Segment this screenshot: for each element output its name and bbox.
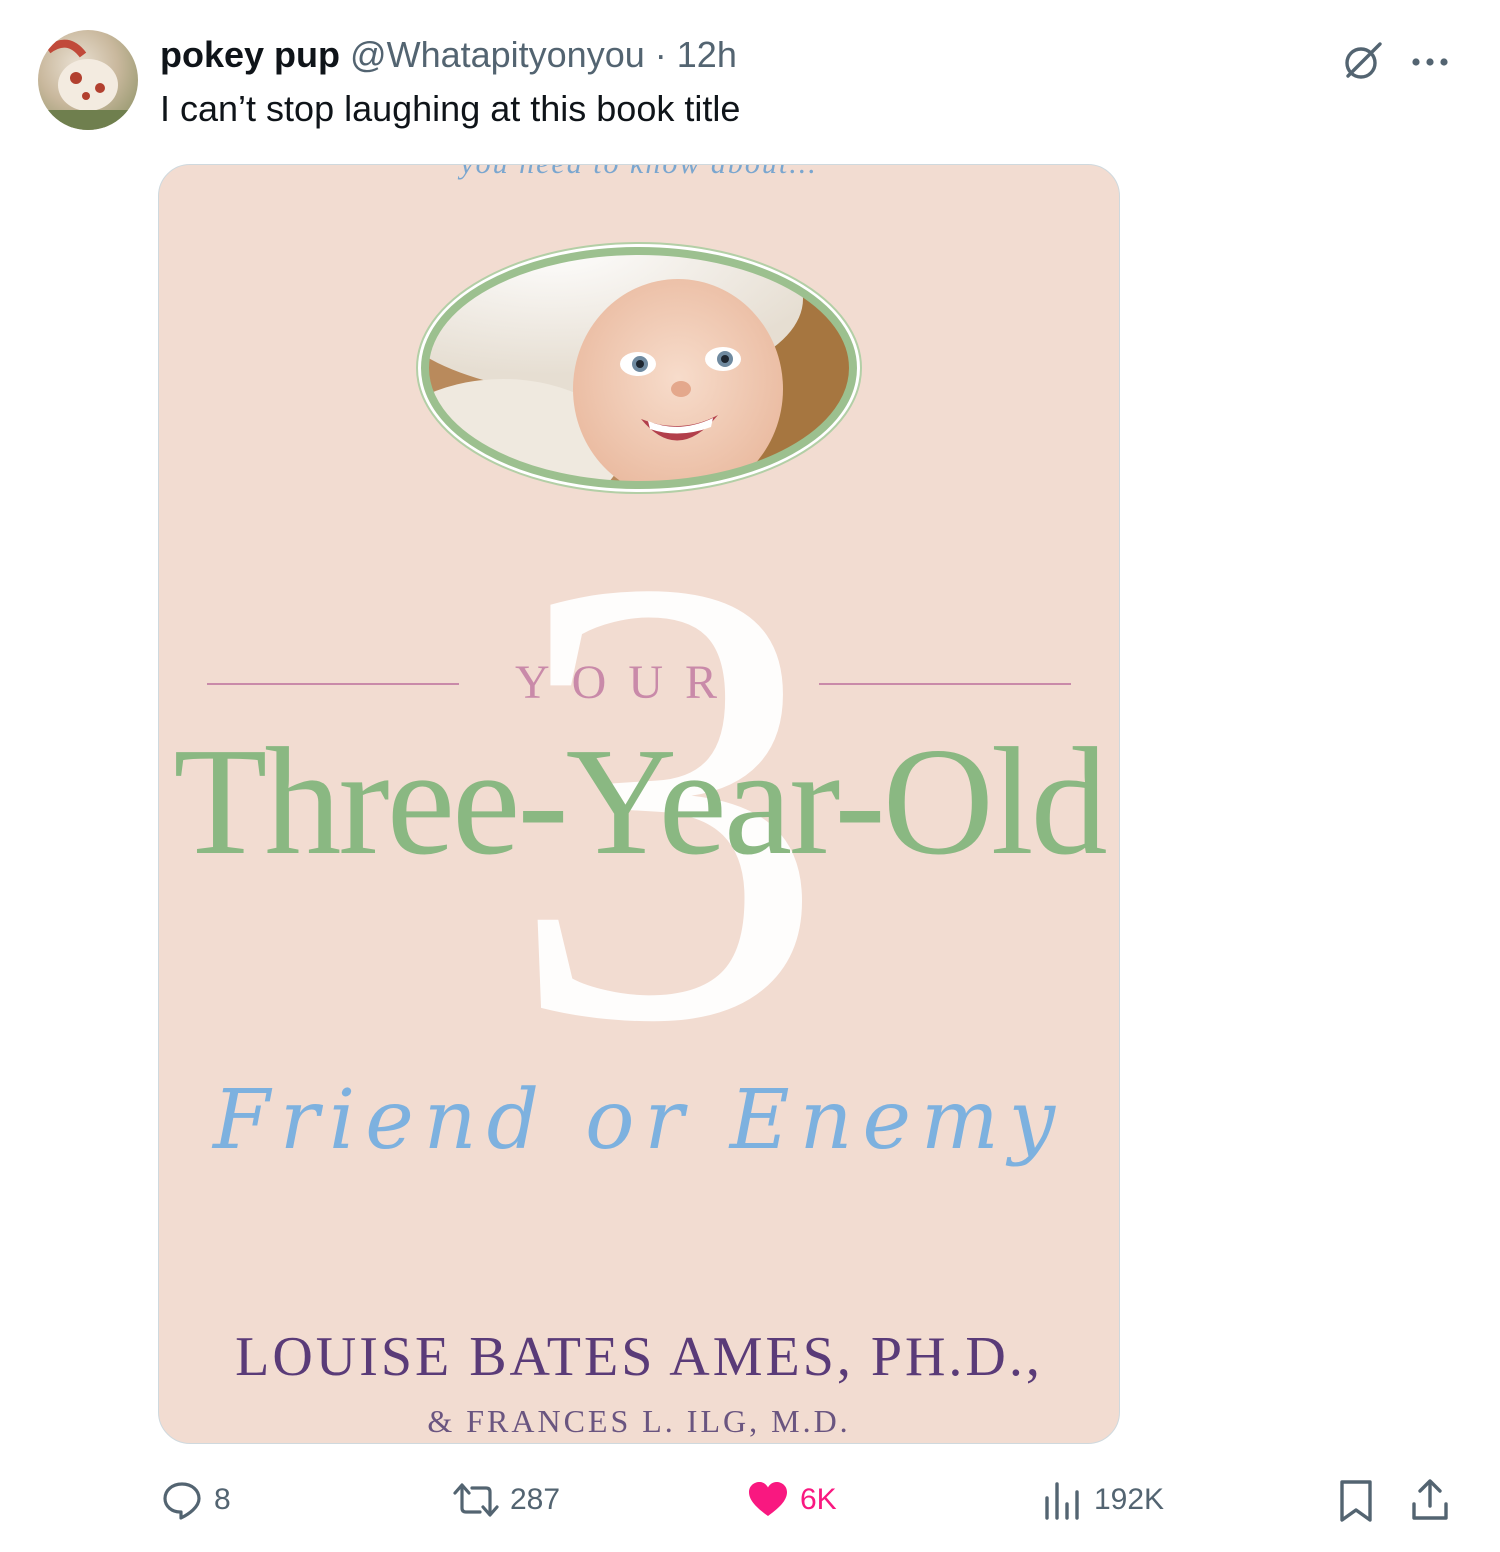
tweet-time[interactable]: 12h	[677, 34, 737, 75]
tweet-media-image[interactable]: you need to know about...	[158, 164, 1120, 1444]
analytics-icon	[1045, 1482, 1079, 1520]
views-count: 192K	[1094, 1483, 1165, 1516]
like-button[interactable]: 6K	[746, 1478, 837, 1522]
reply-button[interactable]: 8	[160, 1478, 231, 1522]
like-count: 6K	[800, 1483, 837, 1516]
repost-count: 287	[510, 1483, 561, 1516]
share-icon[interactable]	[1408, 1476, 1452, 1524]
book-subtitle: Friend or Enemy	[212, 1073, 1066, 1168]
author-name[interactable]: pokey pup	[160, 34, 340, 75]
separator-dot: ·	[654, 34, 667, 75]
author-handle[interactable]: @Whatapityonyou	[350, 34, 645, 75]
cover-top-text: you need to know about...	[159, 165, 1119, 181]
bookmark-icon[interactable]	[1336, 1478, 1376, 1524]
repost-button[interactable]: 287	[452, 1478, 560, 1522]
book-author: LOUISE BATES AMES, PH.D.,	[235, 1326, 1043, 1388]
book-coauthor: & FRANCES L. ILG, M.D.	[427, 1403, 851, 1439]
book-title: Three-Year-Old	[173, 717, 1107, 887]
avatar[interactable]	[38, 30, 138, 130]
reply-icon	[163, 1482, 201, 1520]
your-label: YOUR	[514, 656, 739, 709]
heart-icon	[749, 1482, 787, 1516]
more-icon[interactable]	[1408, 40, 1452, 84]
views-button[interactable]: 192K	[1040, 1478, 1164, 1522]
repost-icon	[453, 1483, 499, 1517]
tweet-header: pokey pup @Whatapityonyou · 12h	[160, 34, 737, 76]
grok-icon[interactable]	[1340, 38, 1386, 84]
reply-count: 8	[214, 1483, 231, 1516]
tweet-text: I can’t stop laughing at this book title	[160, 88, 741, 129]
